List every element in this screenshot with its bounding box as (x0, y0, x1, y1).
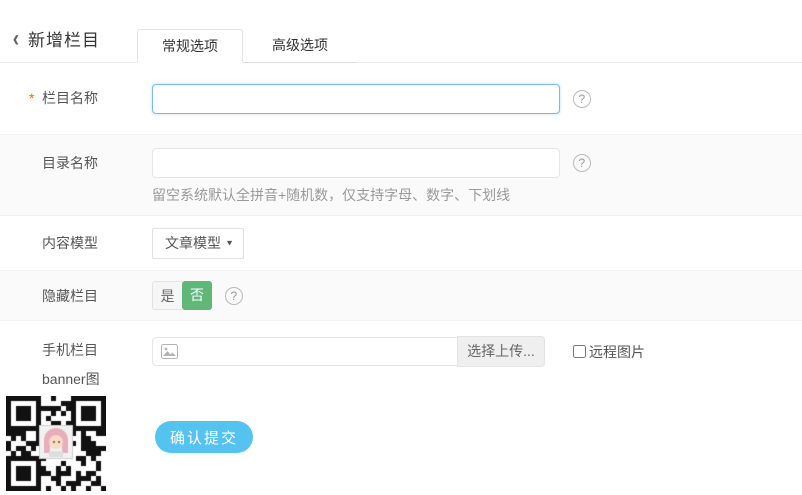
tab-bar: 常规选项 高级选项 (137, 29, 357, 63)
field-row-hide-column: 隐藏栏目 是 否 ? (0, 270, 802, 320)
dir-name-label-cell: 目录名称 (0, 148, 152, 215)
mobile-banner-label-line2: banner图 (42, 371, 100, 387)
remote-image-checkbox[interactable] (573, 345, 586, 358)
remote-image-label: 远程图片 (589, 343, 645, 360)
dropdown-arrow-icon: ▼ (225, 238, 234, 248)
page-header: ‹ 新增栏目 常规选项 高级选项 (0, 0, 802, 63)
image-placeholder-icon (161, 344, 178, 359)
field-row-mobile-banner: 手机栏目 banner图 选择上传... 远程图片 (0, 320, 802, 396)
back-navigation[interactable]: ‹ 新增栏目 (12, 26, 100, 51)
choose-upload-button[interactable]: 选择上传... (457, 336, 545, 367)
required-marker: * (29, 90, 35, 106)
dir-name-help-icon[interactable]: ? (572, 154, 591, 172)
add-category-page: ‹ 新增栏目 常规选项 高级选项 * 栏目名称 ? 目录名称 ? 留空系统默认全… (0, 0, 802, 495)
field-row-column-name: * 栏目名称 ? (0, 63, 802, 134)
column-name-help-icon[interactable]: ? (572, 89, 591, 108)
toggle-option-no[interactable]: 否 (182, 281, 212, 310)
dir-name-input[interactable] (152, 148, 560, 178)
column-name-label: 栏目名称 (42, 90, 98, 106)
column-name-control: ? (152, 83, 802, 114)
back-chevron-icon[interactable]: ‹ (13, 26, 19, 50)
hide-column-toggle: 是 否 (152, 281, 212, 310)
form-footer: 确认提交 (0, 396, 802, 495)
mobile-banner-label-line1: 手机栏目 (42, 342, 98, 358)
qrcode-image (6, 396, 106, 491)
toggle-option-yes[interactable]: 是 (152, 281, 182, 310)
confirm-submit-button[interactable]: 确认提交 (155, 421, 253, 453)
hide-column-control: 是 否 ? (152, 281, 802, 310)
page-title: 新增栏目 (28, 31, 100, 50)
mobile-banner-control: 选择上传... 远程图片 (152, 336, 802, 396)
content-model-label-cell: 内容模型 (0, 233, 152, 253)
content-model-select[interactable]: 文章模型 ▼ (152, 227, 244, 259)
hide-column-help-icon[interactable]: ? (224, 286, 243, 305)
content-model-selected-value: 文章模型 (165, 235, 221, 251)
content-model-control: 文章模型 ▼ (152, 227, 802, 259)
tab-advanced-options[interactable]: 高级选项 (243, 29, 357, 63)
hide-column-label: 隐藏栏目 (42, 287, 98, 304)
hide-column-label-cell: 隐藏栏目 (0, 286, 152, 306)
field-row-content-model: 内容模型 文章模型 ▼ (0, 215, 802, 270)
field-row-dir-name: 目录名称 ? 留空系统默认全拼音+随机数，仅支持字母、数字、下划线 (0, 134, 802, 215)
column-name-input[interactable] (152, 83, 560, 114)
dir-name-hint-text: 留空系统默认全拼音+随机数，仅支持字母、数字、下划线 (152, 187, 511, 203)
dir-name-label: 目录名称 (42, 155, 98, 171)
remote-image-option[interactable]: 远程图片 (573, 342, 645, 362)
upload-group: 选择上传... 远程图片 (152, 336, 802, 367)
column-name-label-cell: * 栏目名称 (0, 63, 152, 134)
banner-file-input[interactable] (152, 337, 457, 366)
dir-name-control: ? 留空系统默认全拼音+随机数，仅支持字母、数字、下划线 (152, 148, 802, 215)
tab-general-options[interactable]: 常规选项 (137, 29, 243, 63)
content-model-label: 内容模型 (42, 235, 98, 251)
mobile-banner-label-cell: 手机栏目 banner图 (0, 336, 152, 396)
